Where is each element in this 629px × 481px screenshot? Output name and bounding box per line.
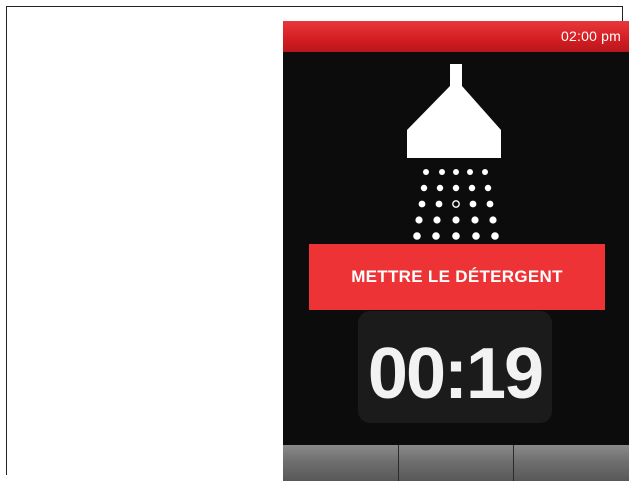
- instruction-banner: METTRE LE DÉTERGENT: [309, 244, 605, 310]
- soft-key-3[interactable]: [514, 445, 629, 481]
- timer-value: 00:19: [367, 334, 544, 414]
- soft-key-2[interactable]: [398, 445, 515, 481]
- countdown-timer: 00:19: [358, 311, 552, 423]
- clock: 02:00 pm: [561, 28, 621, 44]
- soft-key-bar: [283, 445, 629, 481]
- status-bar: 02:00 pm: [283, 21, 629, 52]
- shower-head-icon: [407, 64, 502, 256]
- instruction-text: METTRE LE DÉTERGENT: [351, 267, 563, 286]
- soft-key-1[interactable]: [283, 445, 399, 481]
- device-screen: 02:00 pm 00:19 METTRE LE DÉTERGENT: [283, 21, 629, 481]
